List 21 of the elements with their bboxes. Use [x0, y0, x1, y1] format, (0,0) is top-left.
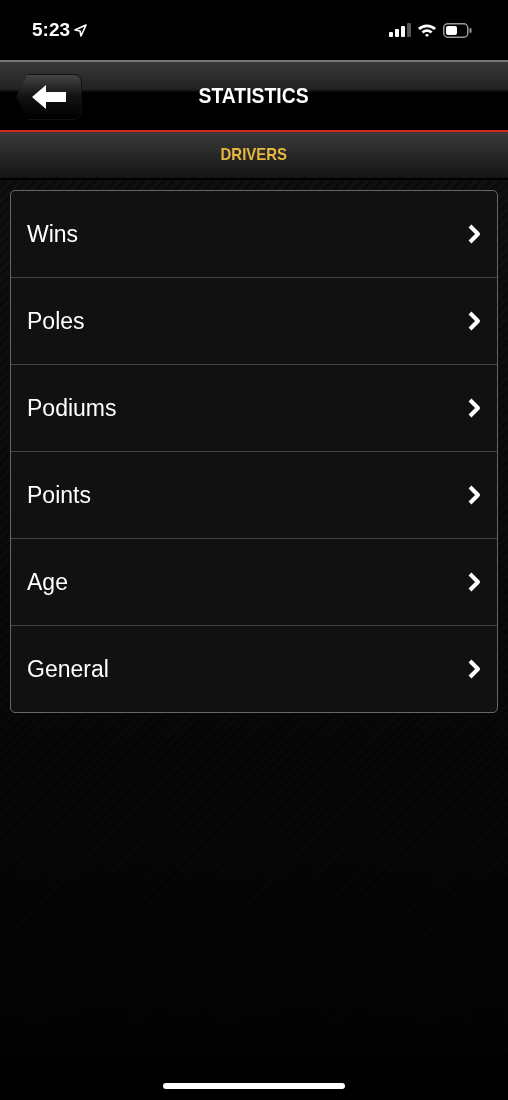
- back-arrow-icon: [31, 84, 67, 110]
- menu-item[interactable]: Wins: [11, 191, 497, 277]
- nav-title: STATISTICS: [198, 83, 310, 109]
- chevron-right-icon: [467, 398, 481, 418]
- menu-item[interactable]: General: [11, 625, 497, 712]
- menu-item[interactable]: Age: [11, 538, 497, 625]
- back-button[interactable]: [16, 74, 82, 120]
- wifi-icon: [417, 22, 437, 38]
- chevron-right-icon: [467, 485, 481, 505]
- chevron-right-icon: [467, 224, 481, 244]
- menu-item[interactable]: Podiums: [11, 364, 497, 451]
- chevron-right-icon: [467, 311, 481, 331]
- battery-icon: [443, 22, 472, 38]
- chevron-right-icon: [467, 572, 481, 592]
- signal-icon: [389, 23, 411, 37]
- section-title: DRIVERS: [220, 145, 288, 165]
- chevron-right-icon: [467, 659, 481, 679]
- location-icon: [74, 23, 88, 37]
- menu-item[interactable]: Points: [11, 451, 497, 538]
- menu-item[interactable]: Poles: [11, 277, 497, 364]
- status-time: 5:23: [32, 19, 71, 41]
